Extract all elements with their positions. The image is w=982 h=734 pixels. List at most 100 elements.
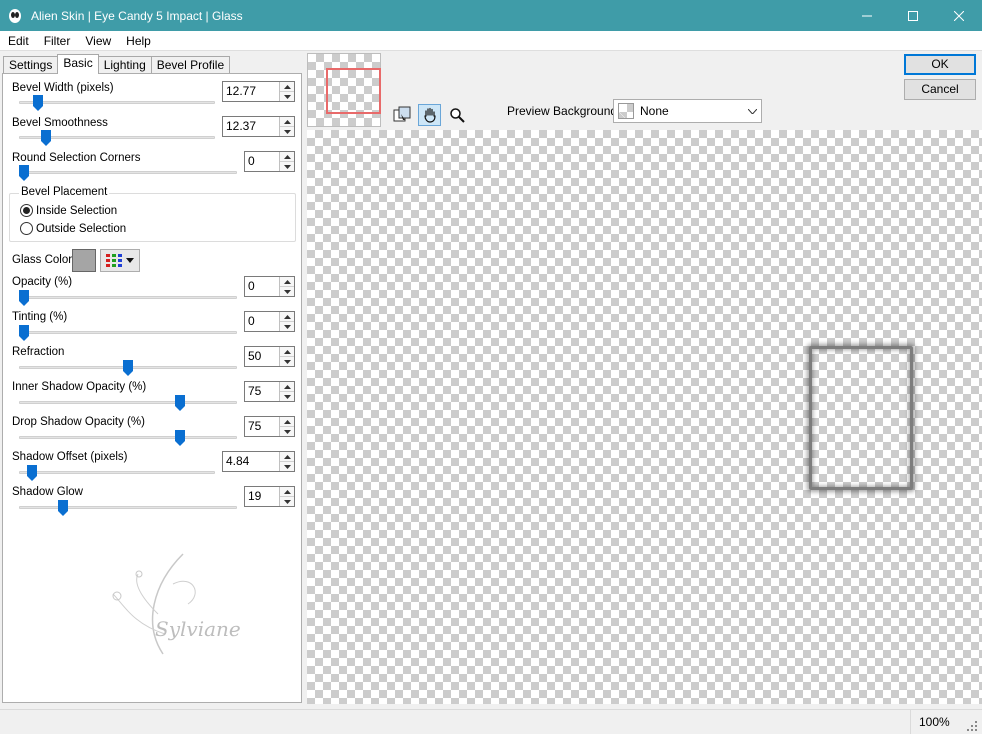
bevel-smoothness-slider-thumb[interactable] [41,130,51,146]
refraction-slider-thumb[interactable] [123,360,133,376]
shadow-glow-value[interactable]: 19 [245,487,279,506]
bevel-width-slider-track[interactable] [19,101,215,104]
menu-view[interactable]: View [77,34,118,48]
menu-edit[interactable]: Edit [0,34,36,48]
dropdown-arrow-icon [126,258,134,263]
glass-color-swatch[interactable] [72,249,96,272]
spin-up-icon[interactable] [280,452,294,462]
window-title: Alien Skin | Eye Candy 5 Impact | Glass [31,8,243,23]
spin-down-icon[interactable] [280,462,294,471]
drop-shadow-opacity-slider-thumb[interactable] [175,430,185,446]
spin-down-icon[interactable] [280,322,294,331]
spin-up-icon[interactable] [280,382,294,392]
drop-shadow-opacity-spinbox[interactable]: 75 [244,416,295,437]
tab-basic[interactable]: Basic [57,54,99,74]
refraction-label: Refraction [12,346,65,358]
inner-shadow-opacity-slider-thumb[interactable] [175,395,185,411]
spin-up-icon[interactable] [280,277,294,287]
ok-button[interactable]: OK [904,54,976,75]
bevel-width-spinbox[interactable]: 12.77 [222,81,295,102]
zoom-tool[interactable] [445,104,468,126]
shadow-offset-label: Shadow Offset (pixels) [12,451,128,463]
opacity-slider-track[interactable] [19,296,237,299]
bevel-width-value[interactable]: 12.77 [223,82,279,101]
opacity-spinbox[interactable]: 0 [244,276,295,297]
zoom-level: 100% [910,710,960,734]
tab-settings[interactable]: Settings [3,56,59,74]
inner-shadow-opacity-value[interactable]: 75 [245,382,279,401]
tinting-slider-thumb[interactable] [19,325,29,341]
spin-down-icon[interactable] [280,392,294,401]
shadow-glow-slider-thumb[interactable] [58,500,68,516]
hand-tool[interactable] [418,104,441,126]
tab-lighting[interactable]: Lighting [97,56,152,74]
spin-up-icon[interactable] [280,347,294,357]
preview-compare-tool[interactable] [390,104,413,126]
drop-shadow-opacity-slider-track[interactable] [19,436,237,439]
spin-up-icon[interactable] [280,117,294,127]
inner-shadow-opacity-label: Inner Shadow Opacity (%) [12,381,147,393]
bevel-smoothness-label: Bevel Smoothness [12,117,108,129]
inner-shadow-opacity-spinbox[interactable]: 75 [244,381,295,402]
radio-outside-selection[interactable]: Outside Selection [20,222,126,235]
shadow-offset-spinbox[interactable]: 4.84 [222,451,295,472]
round-corners-spinbox[interactable]: 0 [244,151,295,172]
status-bar: 100% [0,709,982,734]
maximize-button[interactable] [890,0,936,31]
round-corners-slider-track[interactable] [19,171,237,174]
spin-down-icon[interactable] [280,162,294,171]
cancel-button[interactable]: Cancel [904,79,976,100]
shadow-glow-label: Shadow Glow [12,486,83,498]
bevel-smoothness-spinbox[interactable]: 12.37 [222,116,295,137]
bevel-placement-title: Bevel Placement [19,186,110,198]
spin-up-icon[interactable] [280,487,294,497]
preview-background-select[interactable]: None [613,99,762,123]
shadow-glow-spinbox[interactable]: 19 [244,486,295,507]
spin-down-icon[interactable] [280,497,294,506]
tinting-label: Tinting (%) [12,311,68,323]
radio-inside-selection[interactable]: Inside Selection [20,204,117,217]
round-corners-value[interactable]: 0 [245,152,279,171]
spin-down-icon[interactable] [280,427,294,436]
close-icon [954,10,964,21]
round-corners-slider-thumb[interactable] [19,165,29,181]
shadow-glow-slider-track[interactable] [19,506,237,509]
bevel-width-slider-thumb[interactable] [33,95,43,111]
drop-shadow-opacity-label: Drop Shadow Opacity (%) [12,416,145,428]
spin-up-icon[interactable] [280,417,294,427]
glass-effect-preview-shape [809,346,913,490]
refraction-spinbox[interactable]: 50 [244,346,295,367]
basic-settings-panel: Bevel Width (pixels) 12.77 Bevel Smoothn… [2,73,302,703]
bevel-smoothness-value[interactable]: 12.37 [223,117,279,136]
tinting-spinbox[interactable]: 0 [244,311,295,332]
refraction-value[interactable]: 50 [245,347,279,366]
spin-up-icon[interactable] [280,82,294,92]
opacity-value[interactable]: 0 [245,277,279,296]
resize-grip-icon[interactable] [966,720,978,732]
sylviane-watermark-logo: Sylviane [112,553,241,655]
color-palette-button[interactable] [100,249,140,272]
menu-filter[interactable]: Filter [36,34,78,48]
spin-down-icon[interactable] [280,92,294,101]
preview-background-label: Preview Background: [507,104,621,118]
spin-down-icon[interactable] [280,287,294,296]
tinting-slider-track[interactable] [19,331,237,334]
spin-down-icon[interactable] [280,127,294,136]
navigator-view-frame[interactable] [326,68,381,114]
shadow-offset-value[interactable]: 4.84 [223,452,279,471]
drop-shadow-opacity-value[interactable]: 75 [245,417,279,436]
title-bar: Alien Skin | Eye Candy 5 Impact | Glass [0,0,982,31]
shadow-offset-slider-thumb[interactable] [27,465,37,481]
tab-strip: Settings Basic Lighting Bevel Profile [3,54,231,74]
minimize-button[interactable] [844,0,890,31]
opacity-slider-thumb[interactable] [19,290,29,306]
spin-up-icon[interactable] [280,152,294,162]
tinting-value[interactable]: 0 [245,312,279,331]
inner-shadow-opacity-slider-track[interactable] [19,401,237,404]
shadow-offset-slider-track[interactable] [19,471,215,474]
close-button[interactable] [936,0,982,31]
tab-bevel-profile[interactable]: Bevel Profile [150,56,231,74]
spin-down-icon[interactable] [280,357,294,366]
spin-up-icon[interactable] [280,312,294,322]
menu-help[interactable]: Help [118,34,158,48]
